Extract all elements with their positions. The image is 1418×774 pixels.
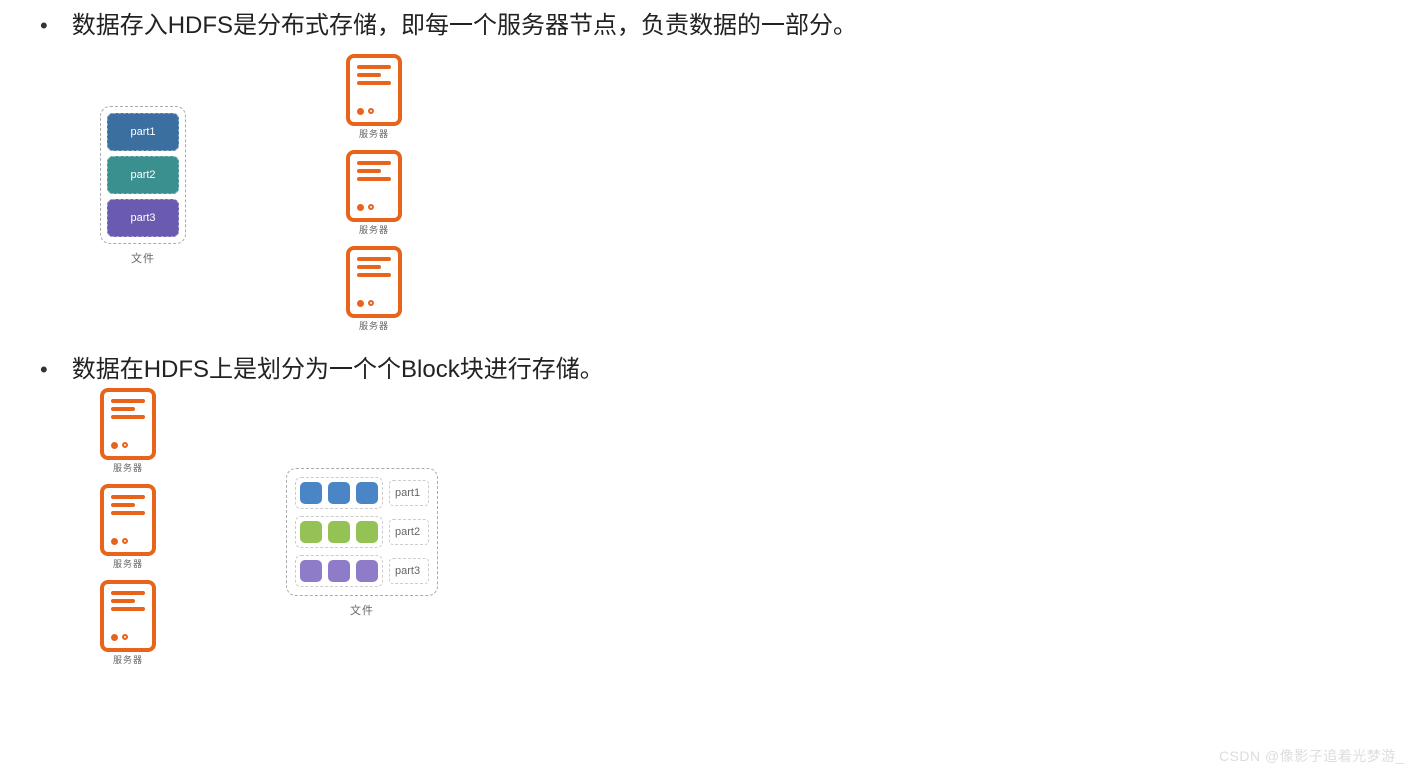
block-file-group: part1 part2 part3 文件 (286, 468, 438, 618)
diagram-1: part1 part2 part3 文件 服务器 (0, 44, 1418, 344)
file-part-3: part3 (107, 199, 179, 237)
block-cell-icon (300, 482, 322, 504)
server-unit: 服务器 (100, 580, 156, 666)
block-caption: 文件 (350, 602, 374, 618)
server-unit: 服务器 (100, 388, 156, 474)
block-cell-icon (328, 521, 350, 543)
block-cell-icon (356, 482, 378, 504)
server-icon (100, 388, 156, 460)
server-caption: 服务器 (359, 319, 389, 332)
server-caption: 服务器 (359, 223, 389, 236)
server-icon (346, 150, 402, 222)
server-column-1: 服务器 服务器 (346, 54, 402, 332)
server-caption: 服务器 (113, 653, 143, 666)
block-cell-icon (356, 521, 378, 543)
server-unit: 服务器 (346, 246, 402, 332)
server-caption: 服务器 (113, 461, 143, 474)
file-parts-group: part1 part2 part3 文件 (100, 106, 186, 266)
block-cell-icon (328, 482, 350, 504)
bullet-dot-icon: • (40, 352, 48, 388)
block-row-1-label: part1 (389, 480, 429, 506)
block-row-3: part3 (295, 555, 429, 587)
bullet-2: • 数据在HDFS上是划分为一个个Block块进行存储。 (0, 344, 1418, 388)
file-part-2: part2 (107, 156, 179, 194)
block-outline: part1 part2 part3 (286, 468, 438, 596)
server-unit: 服务器 (346, 150, 402, 236)
server-icon (100, 580, 156, 652)
block-cell-icon (356, 560, 378, 582)
file-outline: part1 part2 part3 (100, 106, 186, 244)
server-unit: 服务器 (346, 54, 402, 140)
block-row-1: part1 (295, 477, 429, 509)
block-row-2-label: part2 (389, 519, 429, 545)
file-caption: 文件 (131, 250, 155, 266)
diagram-2: 服务器 服务器 (0, 388, 1418, 666)
bullet-1-text: 数据存入HDFS是分布式存储，即每一个服务器节点，负责数据的一部分。 (72, 8, 857, 44)
bullet-dot-icon: • (40, 8, 48, 44)
block-cell-icon (300, 521, 322, 543)
server-unit: 服务器 (100, 484, 156, 570)
server-caption: 服务器 (113, 557, 143, 570)
block-cells (295, 555, 383, 587)
server-icon (346, 54, 402, 126)
file-part-1: part1 (107, 113, 179, 151)
bullet-2-text: 数据在HDFS上是划分为一个个Block块进行存储。 (72, 352, 604, 388)
block-cells (295, 516, 383, 548)
watermark: CSDN @像影子追着光梦游_ (1219, 746, 1404, 766)
block-cell-icon (300, 560, 322, 582)
block-cells (295, 477, 383, 509)
block-row-2: part2 (295, 516, 429, 548)
block-row-3-label: part3 (389, 558, 429, 584)
server-icon (346, 246, 402, 318)
block-cell-icon (328, 560, 350, 582)
server-icon (100, 484, 156, 556)
server-caption: 服务器 (359, 127, 389, 140)
server-column-2: 服务器 服务器 (100, 388, 156, 666)
bullet-1: • 数据存入HDFS是分布式存储，即每一个服务器节点，负责数据的一部分。 (0, 0, 1418, 44)
